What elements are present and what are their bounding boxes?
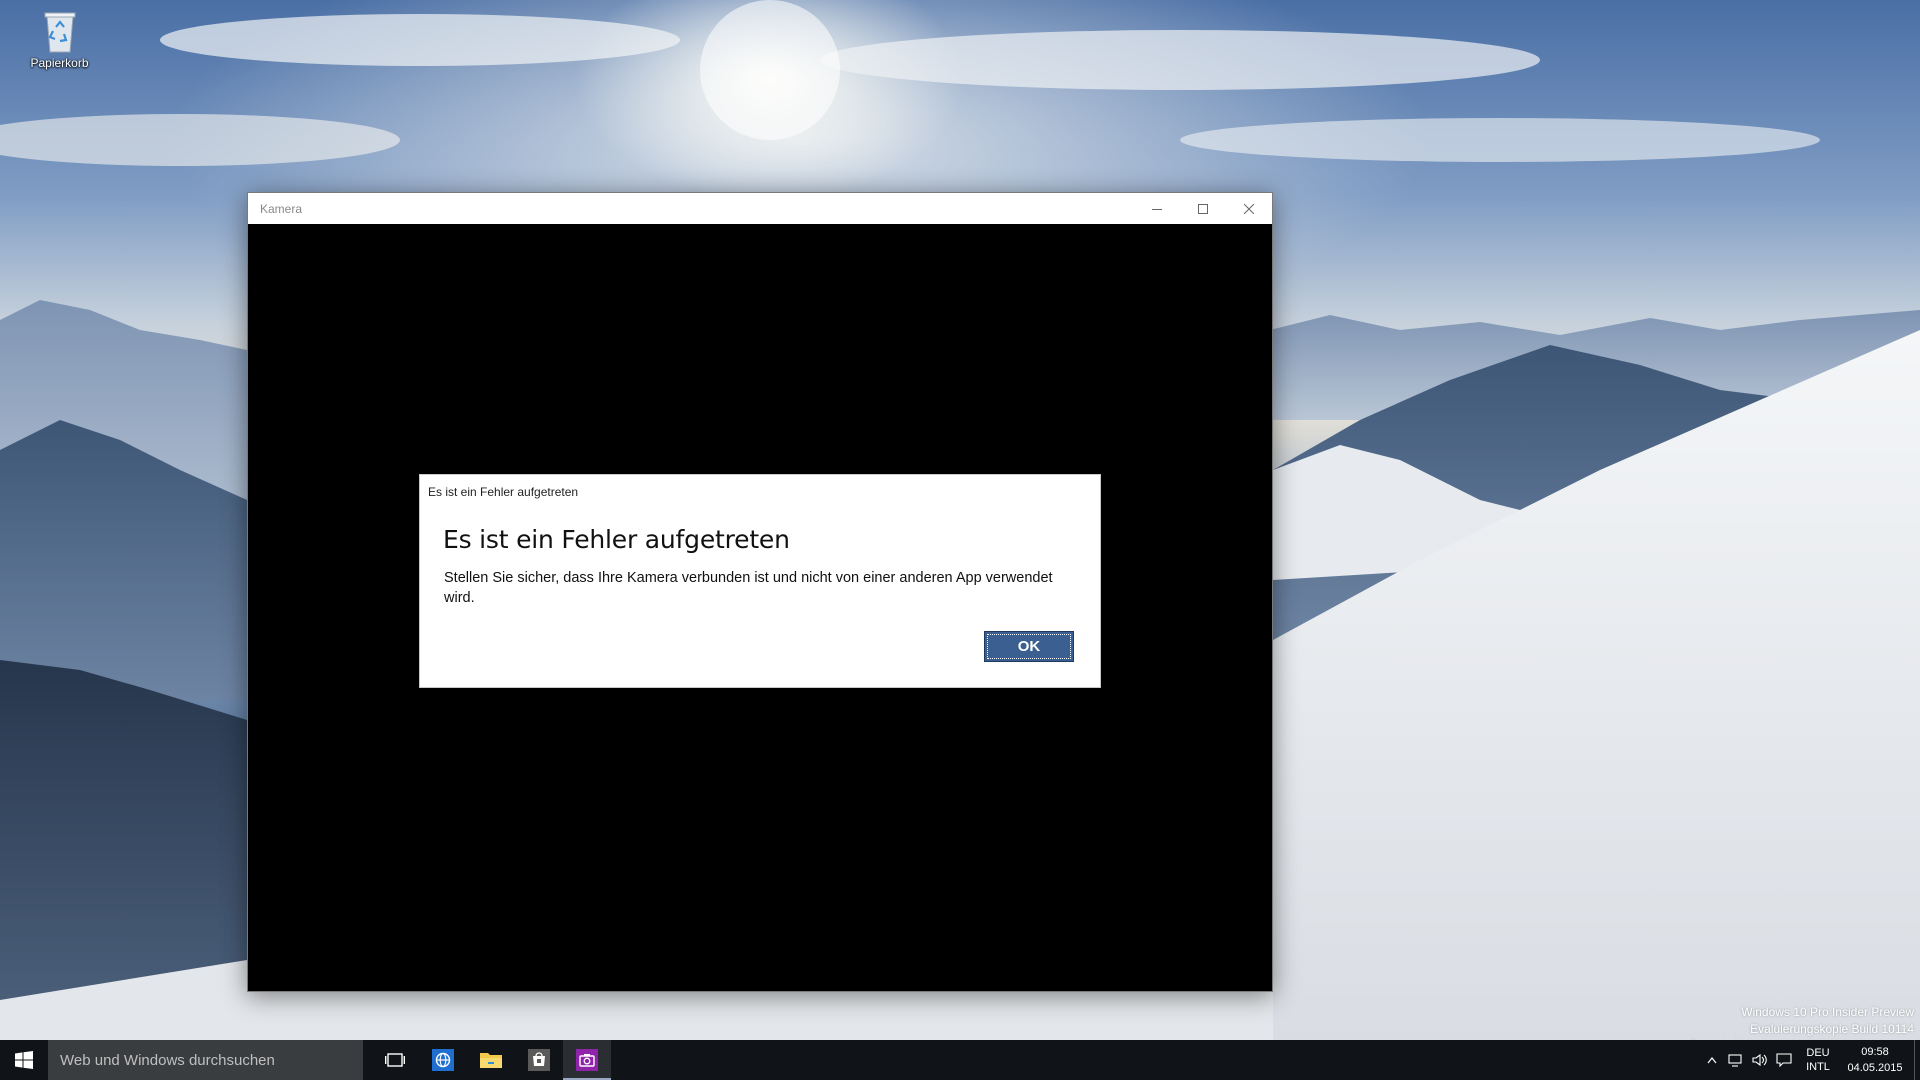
start-button[interactable] (0, 1040, 48, 1080)
recycle-bin-icon (44, 12, 75, 53)
clock[interactable]: 09:58 04.05.2015 (1840, 1044, 1910, 1076)
maximize-icon (1198, 203, 1208, 214)
minimize-button[interactable] (1134, 193, 1180, 224)
system-tray: DEU INTL 09:58 04.05.2015 (1700, 1040, 1920, 1080)
desktop-icon-recycle-bin[interactable]: Papierkorb (22, 8, 97, 70)
taskbar: Web und Windows durchsuchen DEU INTL 09:… (0, 1040, 1920, 1080)
network-icon (1728, 1054, 1742, 1067)
show-desktop-button[interactable] (1914, 1040, 1920, 1080)
camera-icon (576, 1049, 598, 1071)
window-controls (1134, 193, 1272, 224)
maximize-button[interactable] (1180, 193, 1226, 224)
file-explorer-button[interactable] (467, 1040, 515, 1080)
error-dialog: Es ist ein Fehler aufgetreten Es ist ein… (419, 474, 1101, 688)
window-title: Kamera (260, 201, 303, 216)
ok-button[interactable]: OK (984, 631, 1074, 662)
notifications-button[interactable] (1772, 1040, 1796, 1080)
recycle-bin-label: Papierkorb (30, 56, 89, 70)
network-button[interactable] (1724, 1040, 1748, 1080)
language-code: DEU (1806, 1047, 1830, 1059)
windows-logo-icon (15, 1051, 33, 1069)
camera-app-button[interactable] (563, 1040, 611, 1080)
search-box[interactable]: Web und Windows durchsuchen (48, 1040, 363, 1080)
internet-explorer-button[interactable] (419, 1040, 467, 1080)
task-view-icon (385, 1053, 405, 1067)
store-button[interactable] (515, 1040, 563, 1080)
task-view-button[interactable] (371, 1040, 419, 1080)
speaker-icon (1752, 1053, 1767, 1067)
search-placeholder: Web und Windows durchsuchen (60, 1051, 275, 1069)
clock-date: 04.05.2015 (1847, 1062, 1903, 1074)
action-center-icon (1776, 1053, 1792, 1067)
dialog-heading: Es ist ein Fehler aufgetreten (443, 525, 790, 554)
show-hidden-icons-button[interactable] (1700, 1040, 1724, 1080)
camera-window: Kamera Es ist ein Fehler aufgetreten Es … (247, 192, 1273, 992)
clock-time: 09:58 (1861, 1046, 1889, 1058)
chevron-up-icon (1707, 1057, 1717, 1064)
volume-button[interactable] (1748, 1040, 1772, 1080)
close-button[interactable] (1226, 193, 1272, 224)
dialog-message: Stellen Sie sicher, dass Ihre Kamera ver… (444, 570, 1053, 606)
watermark-edition: Windows 10 Pro Insider Preview (1741, 1005, 1914, 1019)
file-explorer-icon (480, 1053, 502, 1068)
input-language[interactable]: DEU INTL (1796, 1046, 1840, 1074)
minimize-icon (1152, 208, 1162, 210)
internet-explorer-icon (432, 1049, 454, 1071)
keyboard-layout: INTL (1806, 1061, 1830, 1073)
camera-viewport: Es ist ein Fehler aufgetreten Es ist ein… (248, 224, 1272, 991)
window-titlebar[interactable]: Kamera (248, 193, 1272, 224)
close-icon (1244, 203, 1254, 214)
store-icon (528, 1049, 550, 1071)
dialog-caption: Es ist ein Fehler aufgetreten (428, 485, 579, 499)
